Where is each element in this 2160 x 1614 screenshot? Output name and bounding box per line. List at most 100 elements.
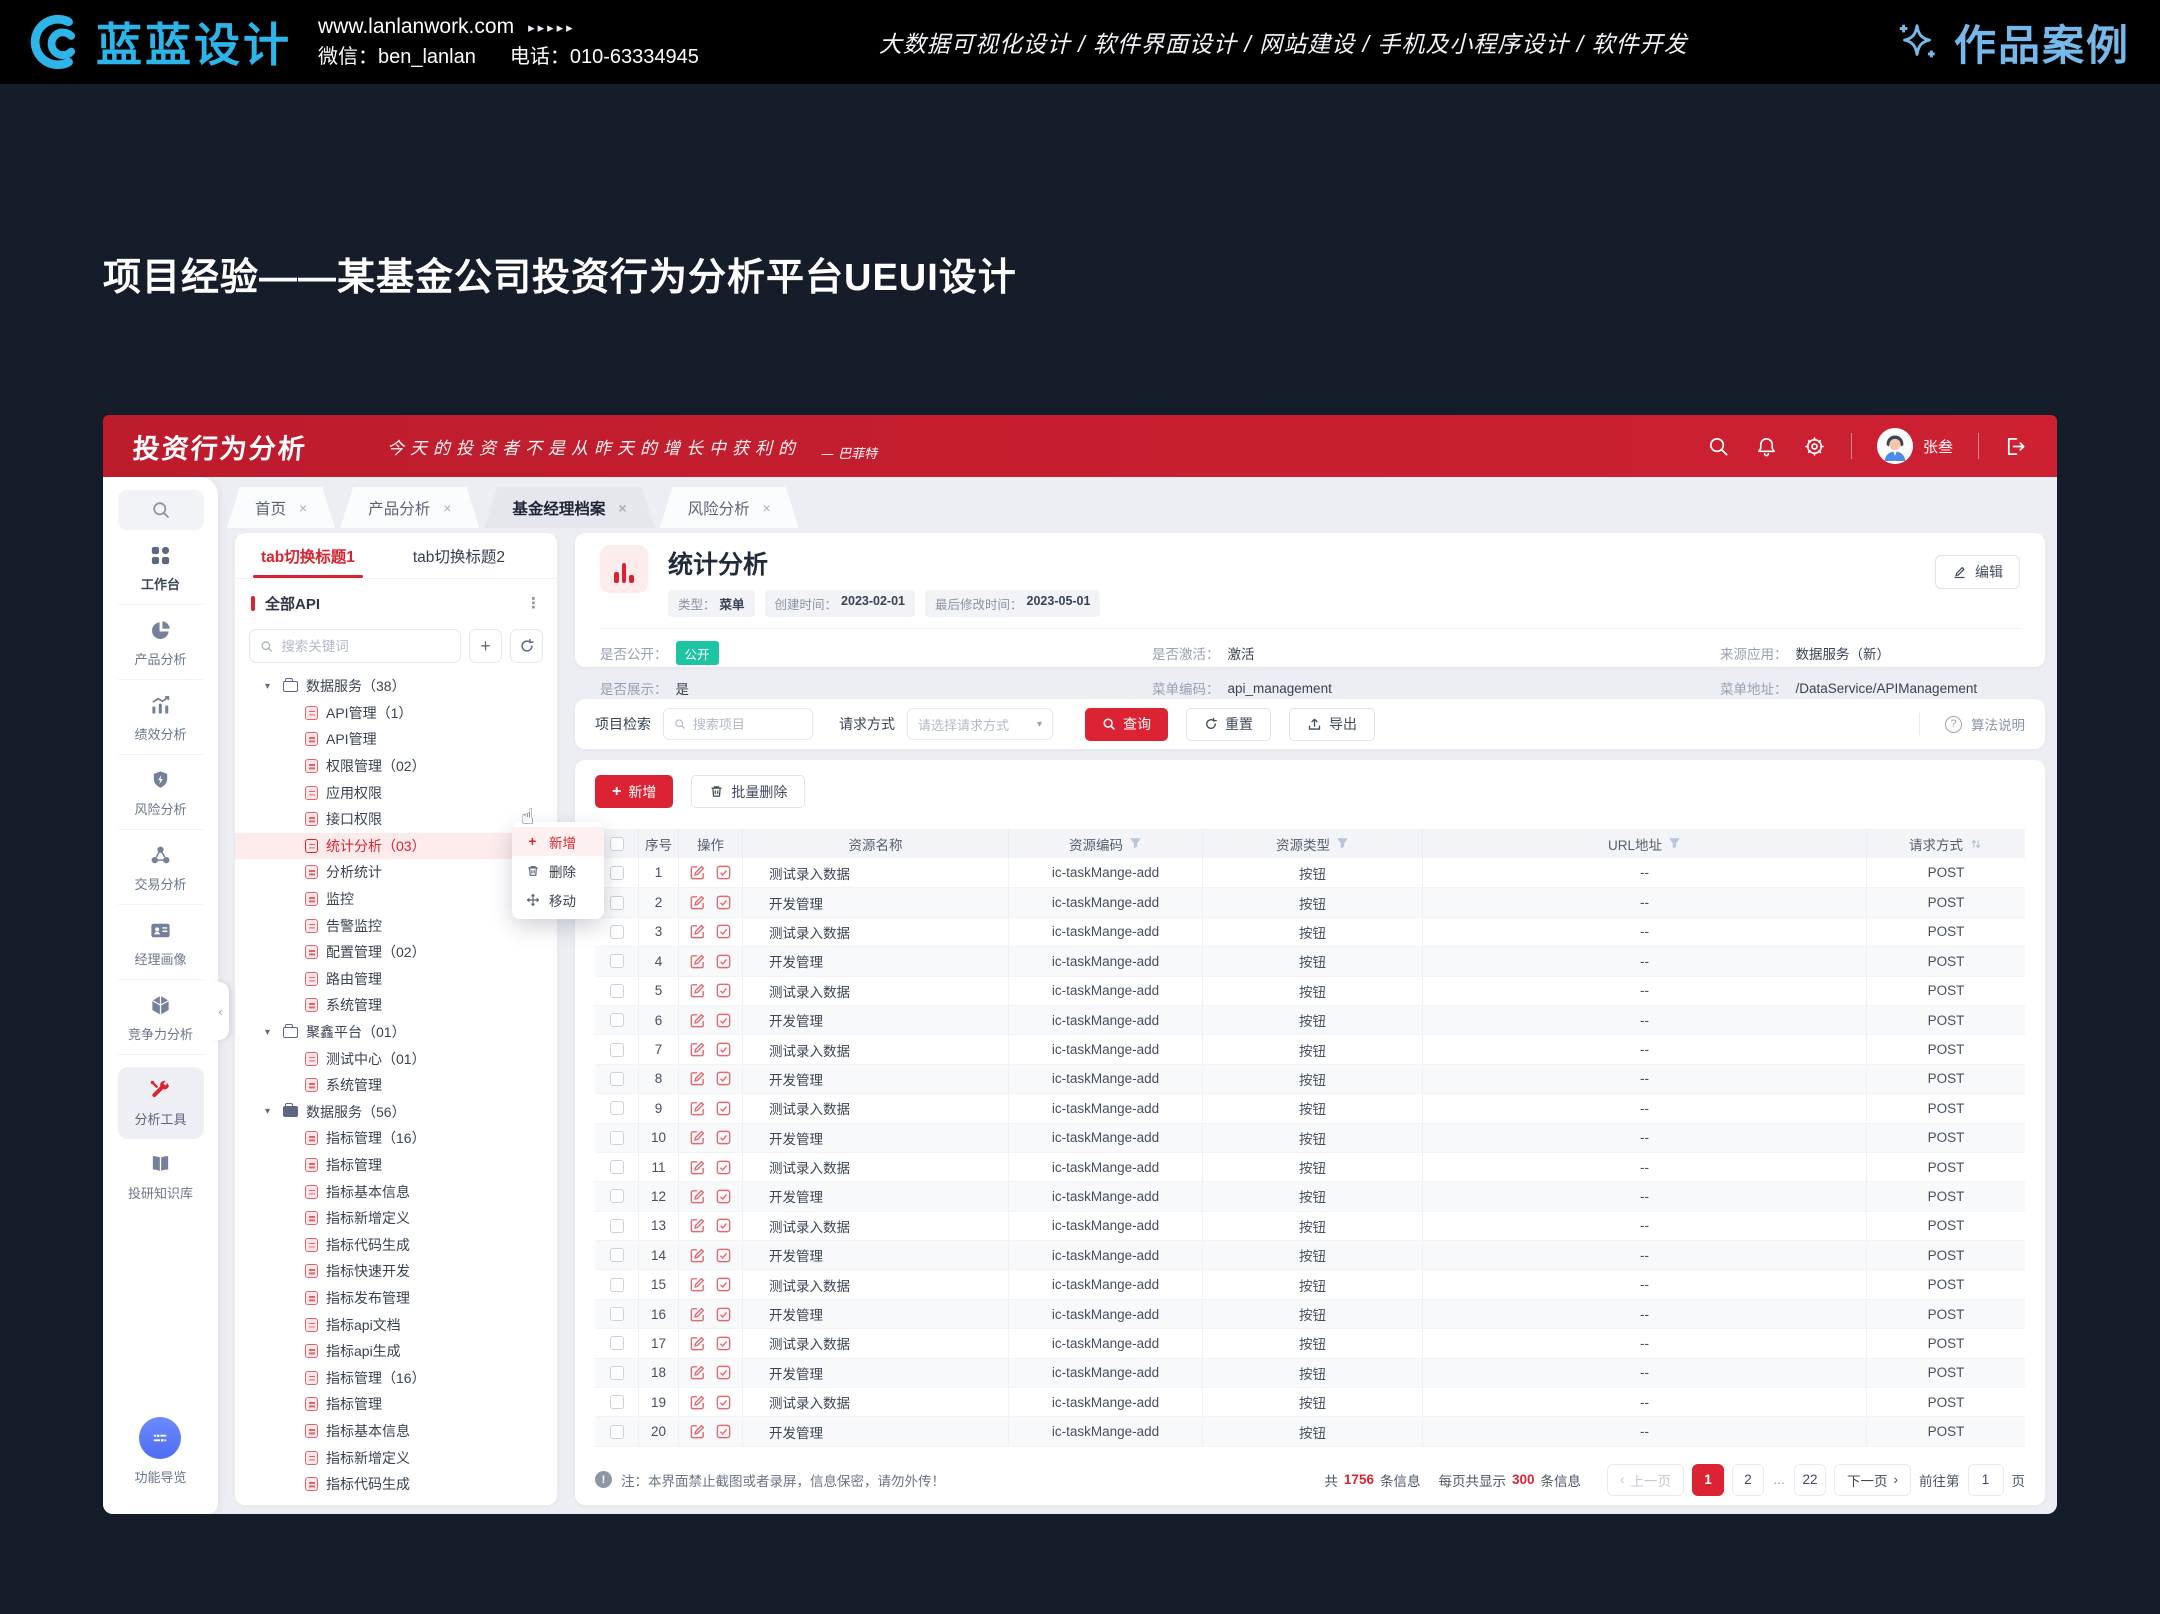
tree-item[interactable]: ▾ 配置管理（02） ⋯	[235, 939, 557, 966]
edit-icon[interactable]	[689, 1159, 706, 1176]
check-square-icon[interactable]	[715, 1188, 732, 1205]
row-checkbox[interactable]	[610, 1248, 624, 1262]
tab-product-analysis[interactable]: 产品分析 ×	[340, 487, 479, 528]
context-delete[interactable]: 删除	[512, 856, 604, 885]
check-square-icon[interactable]	[715, 1423, 732, 1440]
tree-item[interactable]: ▾ 指标基本信息 ⋯	[235, 1178, 557, 1205]
tree-item[interactable]: ▾ 系统管理 ⋯	[235, 992, 557, 1019]
sidebar-item-performance-analysis[interactable]: 绩效分析	[118, 682, 204, 755]
search-icon[interactable]	[1707, 435, 1730, 458]
caret-down-icon[interactable]: ▾	[265, 1027, 275, 1038]
close-icon[interactable]: ×	[763, 500, 771, 516]
row-checkbox[interactable]	[610, 954, 624, 968]
filter-icon[interactable]	[1129, 837, 1142, 850]
sidebar-item-knowledge-base[interactable]: 投研知识库	[118, 1141, 204, 1213]
tab-fund-manager-archive[interactable]: 基金经理档案 ×	[484, 487, 654, 528]
tree-item[interactable]: ▾ 权限管理（02） ⋯	[235, 753, 557, 780]
tree-tab-2[interactable]: tab切换标题2	[413, 533, 505, 578]
filter-icon[interactable]	[1668, 837, 1681, 850]
edit-icon[interactable]	[689, 864, 706, 881]
edit-icon[interactable]	[689, 1306, 706, 1323]
edit-icon[interactable]	[689, 923, 706, 940]
tree-item[interactable]: ▾ 接口权限 ⋯	[235, 806, 557, 833]
gear-icon[interactable]	[1803, 435, 1826, 458]
tree-item[interactable]: ▾ 指标管理 ⋯	[235, 1391, 557, 1418]
row-checkbox[interactable]	[610, 1043, 624, 1057]
tree-item[interactable]: ▾ API管理 ⋯	[235, 726, 557, 753]
row-checkbox[interactable]	[610, 1013, 624, 1027]
edit-icon[interactable]	[689, 1394, 706, 1411]
sort-icon[interactable]	[1969, 837, 1983, 851]
tree-item[interactable]: ▾ 指标api生成 ⋯	[235, 1338, 557, 1365]
tree-item[interactable]: ▾ 指标快速开发 ⋯	[235, 1258, 557, 1285]
close-icon[interactable]: ×	[443, 500, 451, 516]
export-button[interactable]: 导出	[1289, 708, 1375, 741]
context-add[interactable]: + 新增	[512, 827, 604, 856]
edit-icon[interactable]	[689, 1276, 706, 1293]
tree-item[interactable]: ▾ API管理（1） ⋯	[235, 700, 557, 727]
tree-item[interactable]: ▾ 数据服务（38） ⋯	[235, 673, 557, 700]
row-checkbox[interactable]	[610, 896, 624, 910]
check-square-icon[interactable]	[715, 1335, 732, 1352]
tree-item[interactable]: ▾ 应用权限 ⋯	[235, 779, 557, 806]
tree-item[interactable]: ▾ 测试中心（01） ⋯	[235, 1045, 557, 1072]
sidebar-item-analysis-tools[interactable]: 分析工具	[118, 1067, 204, 1139]
select-all-checkbox[interactable]	[610, 837, 624, 851]
edit-icon[interactable]	[689, 1041, 706, 1058]
check-square-icon[interactable]	[715, 864, 732, 881]
tree-item[interactable]: ▾ 指标api文档 ⋯	[235, 1311, 557, 1338]
check-square-icon[interactable]	[715, 1364, 732, 1381]
tree-item[interactable]: ▾ 指标基本信息 ⋯	[235, 1418, 557, 1445]
tree-item[interactable]: ▾ 统计分析（03） ⋯	[235, 833, 557, 860]
tab-risk-analysis[interactable]: 风险分析 ×	[660, 487, 799, 528]
project-search-input[interactable]	[693, 717, 802, 732]
edit-icon[interactable]	[689, 1070, 706, 1087]
tree-item[interactable]: ▾ 指标代码生成 ⋯	[235, 1231, 557, 1258]
check-square-icon[interactable]	[715, 1159, 732, 1176]
edit-icon[interactable]	[689, 1012, 706, 1029]
row-checkbox[interactable]	[610, 984, 624, 998]
check-square-icon[interactable]	[715, 1247, 732, 1264]
row-checkbox[interactable]	[610, 1219, 624, 1233]
sidebar-item-feature-tour[interactable]: 功能导览	[134, 1417, 186, 1486]
tree-refresh-button[interactable]	[510, 629, 543, 663]
sidebar-item-competitiveness[interactable]: 竞争力分析	[118, 982, 204, 1055]
check-square-icon[interactable]	[715, 1306, 732, 1323]
edit-icon[interactable]	[689, 1364, 706, 1381]
query-button[interactable]: 查询	[1085, 708, 1168, 741]
reset-button[interactable]: 重置	[1186, 708, 1271, 741]
tree-add-button[interactable]: +	[469, 629, 502, 663]
page-2-button[interactable]: 2	[1732, 1464, 1764, 1496]
check-square-icon[interactable]	[715, 1276, 732, 1293]
tree-item[interactable]: ▾ 指标代码生成 ⋯	[235, 1471, 557, 1498]
check-square-icon[interactable]	[715, 1217, 732, 1234]
check-square-icon[interactable]	[715, 982, 732, 999]
row-checkbox[interactable]	[610, 866, 624, 880]
logout-icon[interactable]	[2004, 435, 2027, 458]
page-1-button[interactable]: 1	[1692, 1464, 1724, 1496]
row-checkbox[interactable]	[610, 1189, 624, 1203]
goto-page-input[interactable]	[1968, 1464, 2004, 1496]
close-icon[interactable]: ×	[299, 500, 307, 516]
row-checkbox[interactable]	[610, 1160, 624, 1174]
portfolio-link[interactable]: 作品案例	[1894, 12, 2130, 73]
edit-icon[interactable]	[689, 982, 706, 999]
sidebar-item-trade-analysis[interactable]: 交易分析	[118, 832, 204, 905]
sidebar-item-product-analysis[interactable]: 产品分析	[118, 607, 204, 680]
row-checkbox[interactable]	[610, 1336, 624, 1350]
method-select[interactable]: 请选择请求方式 ▾	[907, 708, 1053, 740]
tree-item[interactable]: ▾ 指标新增定义 ⋯	[235, 1444, 557, 1471]
check-square-icon[interactable]	[715, 953, 732, 970]
tree-item[interactable]: ▾ 指标发布管理 ⋯	[235, 1285, 557, 1312]
check-square-icon[interactable]	[715, 1070, 732, 1087]
sidebar-item-risk-analysis[interactable]: 风险分析	[118, 757, 204, 830]
edit-icon[interactable]	[689, 953, 706, 970]
check-square-icon[interactable]	[715, 894, 732, 911]
row-checkbox[interactable]	[610, 1425, 624, 1439]
row-checkbox[interactable]	[610, 925, 624, 939]
tree-item[interactable]: ▾ 告警监控 ⋯	[235, 912, 557, 939]
tree-item[interactable]: ▾ 聚鑫平台（01） ⋯	[235, 1019, 557, 1046]
edit-icon[interactable]	[689, 1423, 706, 1440]
check-square-icon[interactable]	[715, 1012, 732, 1029]
algorithm-help-link[interactable]: ? 算法说明	[1919, 713, 2025, 735]
